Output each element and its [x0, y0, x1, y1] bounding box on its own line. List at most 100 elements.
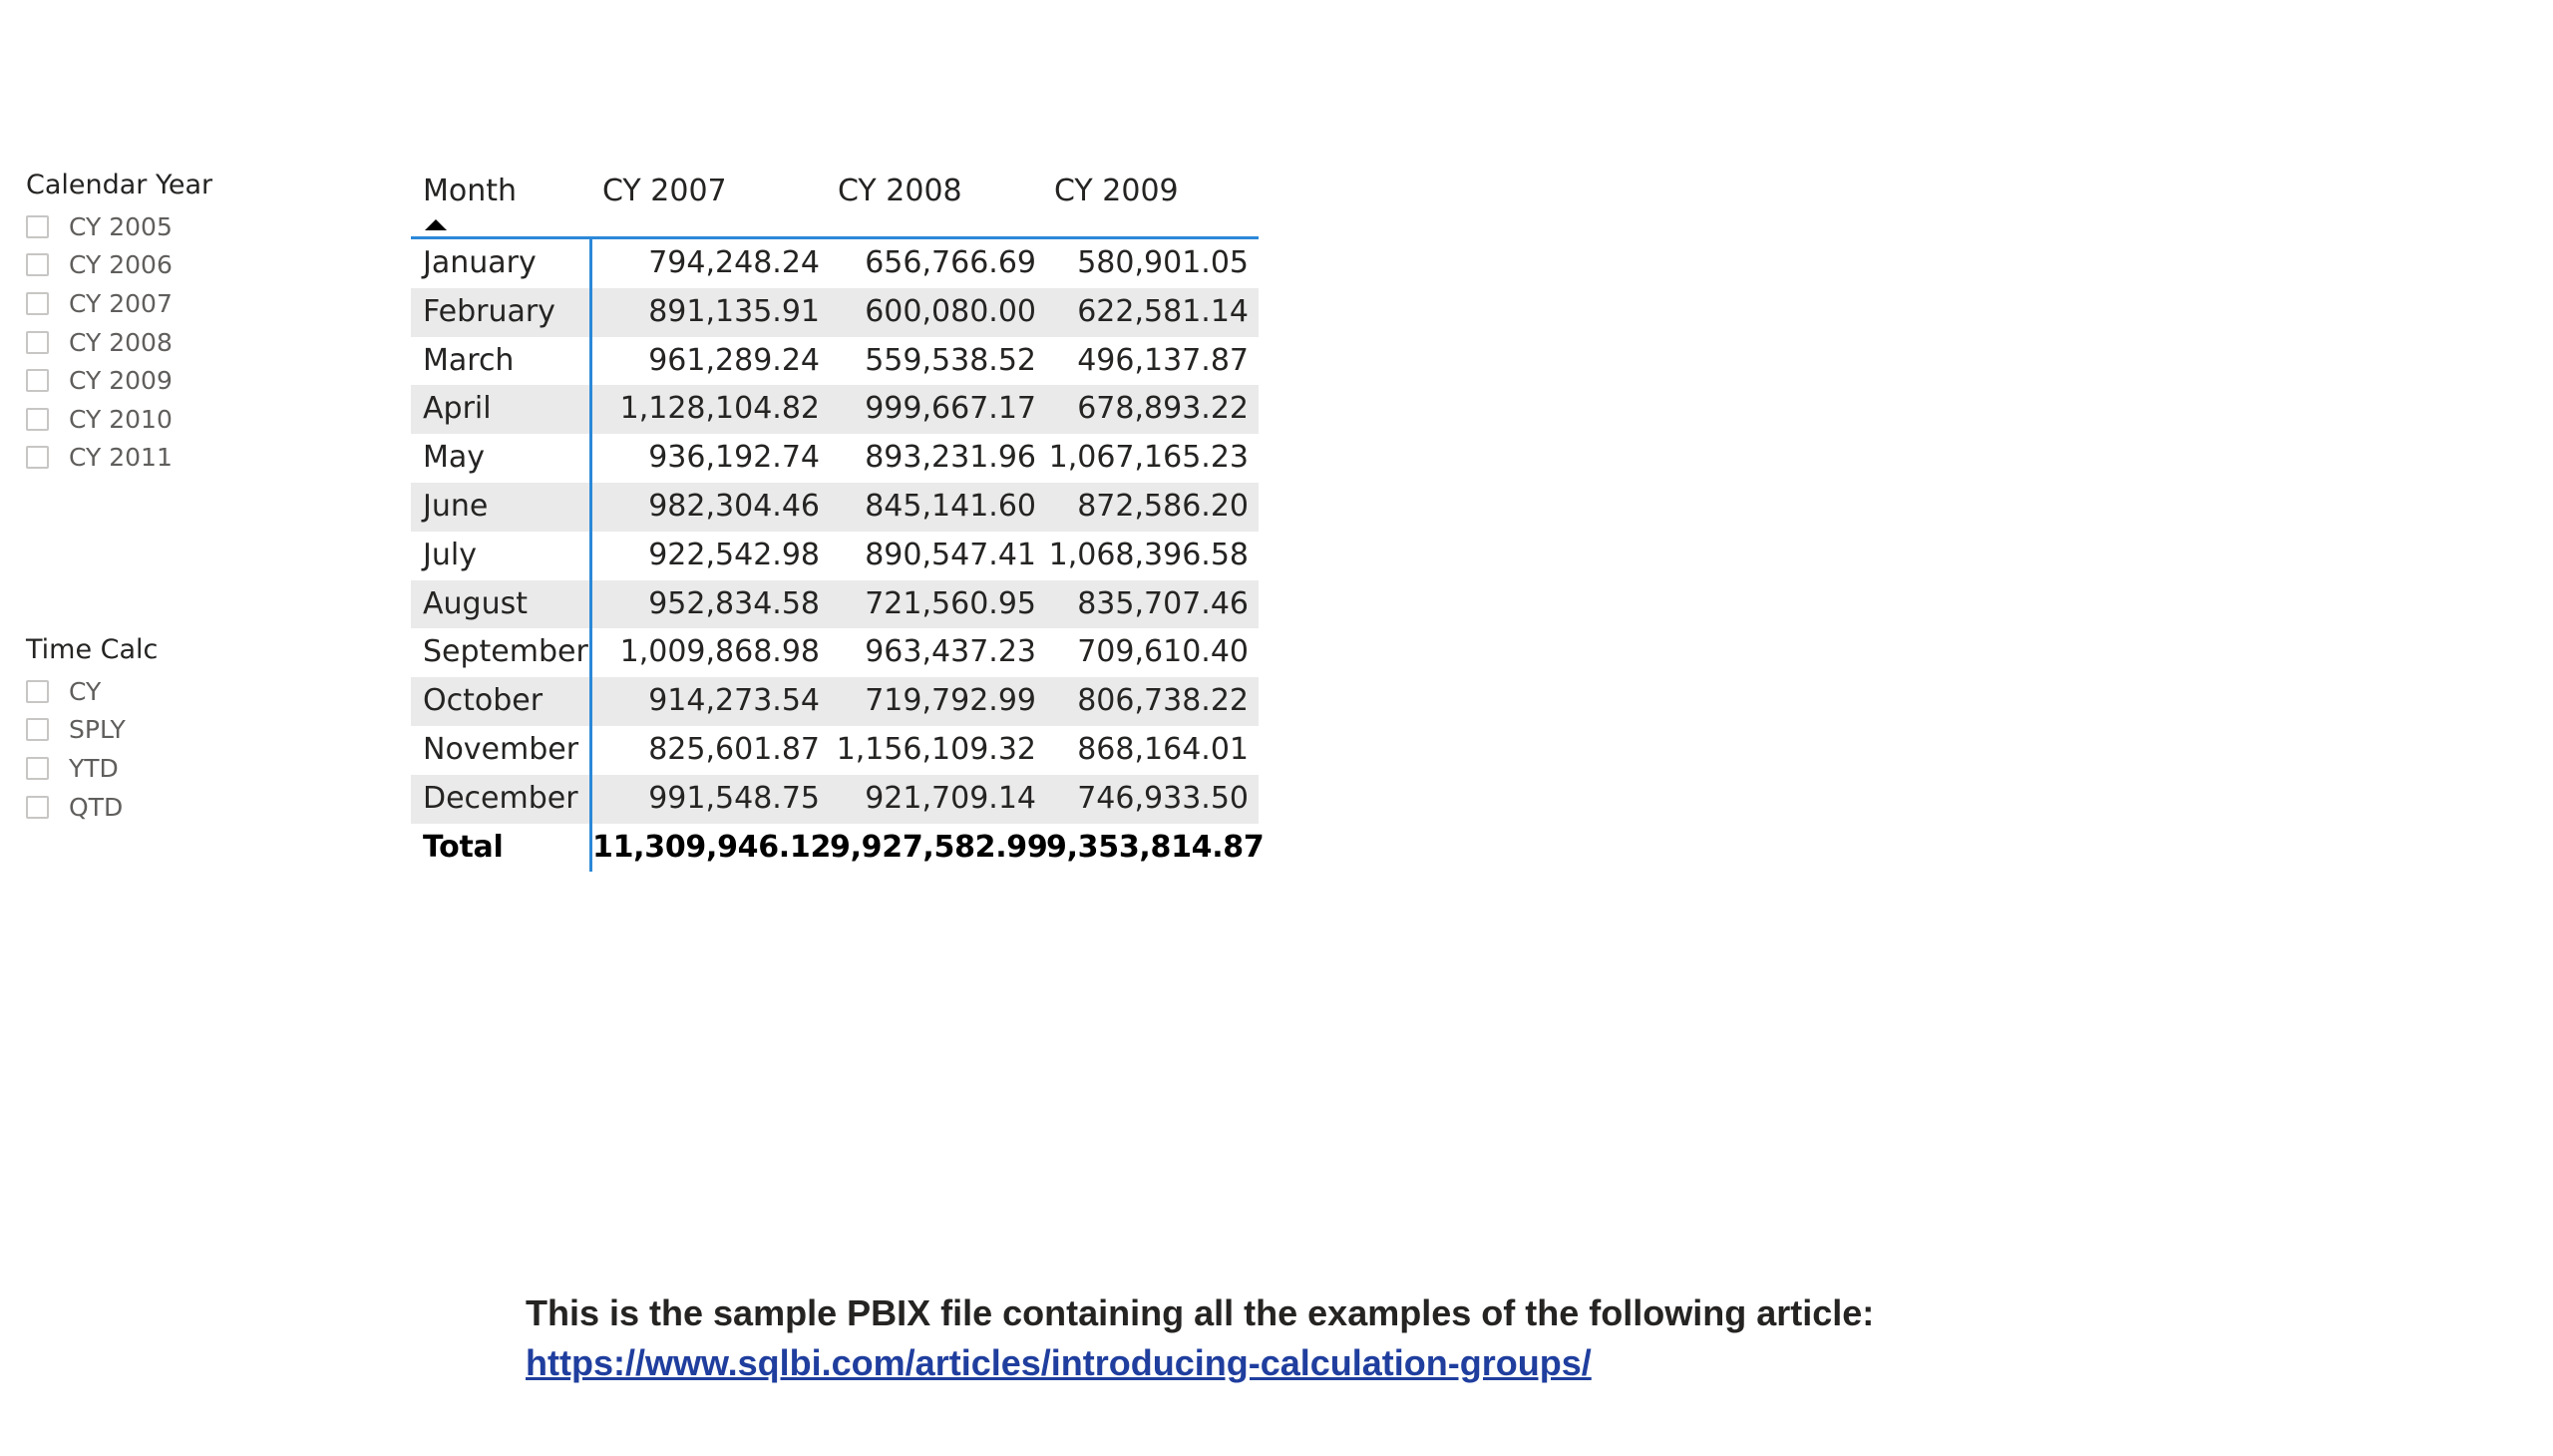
value-cell: 991,548.75 [648, 780, 820, 816]
value-cell: 835,707.46 [1077, 585, 1249, 621]
value-cell: 559,538.52 [865, 342, 1036, 378]
table-row: December 991,548.75 921,709.14 746,933.5… [411, 774, 1259, 824]
checkbox[interactable] [26, 330, 49, 354]
table-row: September 1,009,868.98 963,437.23 709,61… [411, 628, 1259, 677]
matrix-body: January 794,248.24 656,766.69 580,901.05… [411, 239, 1265, 873]
checkbox[interactable] [26, 718, 49, 742]
checkbox[interactable] [26, 446, 49, 470]
row-header: October [423, 683, 544, 719]
slicer-item-label: QTD [69, 792, 124, 822]
value-cell: 893,231.96 [865, 440, 1036, 476]
sales-matrix: Month CY 2007 CY 2008 CY 2009 January 79… [411, 166, 1265, 873]
slicer-item-label: YTD [69, 753, 119, 783]
column-header-cy-2007[interactable]: CY 2007 [602, 174, 727, 208]
article-link[interactable]: https://www.sqlbi.com/articles/introduci… [526, 1338, 1592, 1388]
value-cell: 709,610.40 [1077, 634, 1249, 670]
value-cell: 936,192.74 [648, 440, 820, 476]
row-header: April [423, 391, 492, 427]
value-cell: 952,834.58 [648, 585, 820, 621]
calendar-year-slicer: Calendar Year CY 2005 CY 2006 CY 2007 CY… [26, 168, 212, 477]
row-header: November [423, 731, 579, 767]
calendar-year-slicer-items: CY 2005 CY 2006 CY 2007 CY 2008 CY 2009 … [26, 207, 212, 477]
slicer-item-label: CY 2005 [69, 211, 173, 241]
checkbox[interactable] [26, 369, 49, 393]
checkbox[interactable] [26, 407, 49, 431]
table-row: August 952,834.58 721,560.95 835,707.46 [411, 579, 1259, 629]
value-cell: 999,667.17 [865, 391, 1036, 427]
slicer-item-label: CY 2010 [69, 404, 173, 434]
value-cell: 1,156,109.32 [836, 731, 1036, 767]
table-row: April 1,128,104.82 999,667.17 678,893.22 [411, 385, 1259, 435]
slicer-item-cy-2006[interactable]: CY 2006 [26, 246, 212, 285]
matrix-header: Month CY 2007 CY 2008 CY 2009 [411, 166, 1259, 239]
total-value: 11,309,946.12 [592, 829, 832, 865]
note-text: This is the sample PBIX file containing … [526, 1292, 1875, 1333]
checkbox[interactable] [26, 291, 49, 315]
total-label: Total [423, 829, 504, 865]
slicer-item-cy-2005[interactable]: CY 2005 [26, 207, 212, 246]
value-cell: 746,933.50 [1077, 780, 1249, 816]
slicer-item-ytd[interactable]: YTD [26, 749, 158, 788]
slicer-item-qtd[interactable]: QTD [26, 788, 158, 827]
table-row: March 961,289.24 559,538.52 496,137.87 [411, 337, 1259, 386]
row-header: January [423, 245, 537, 280]
total-value: 9,353,814.87 [1046, 829, 1265, 865]
slicer-item-cy[interactable]: CY [26, 672, 158, 711]
row-header: December [423, 780, 578, 816]
table-row: February 891,135.91 600,080.00 622,581.1… [411, 287, 1259, 337]
table-row: November 825,601.87 1,156,109.32 868,164… [411, 726, 1259, 775]
time-calc-slicer-title: Time Calc [26, 634, 159, 665]
value-cell: 678,893.22 [1077, 391, 1249, 427]
article-note: This is the sample PBIX file containing … [526, 1288, 1874, 1388]
slicer-item-label: SPLY [69, 715, 126, 745]
value-cell: 1,128,104.82 [619, 391, 820, 427]
slicer-item-label: CY 2008 [69, 327, 173, 357]
value-cell: 656,766.69 [865, 245, 1036, 280]
column-header-cy-2009[interactable]: CY 2009 [1054, 174, 1179, 208]
checkbox[interactable] [26, 214, 49, 238]
value-cell: 719,792.99 [865, 683, 1036, 719]
checkbox[interactable] [26, 795, 49, 819]
row-header: July [423, 537, 477, 572]
table-row: May 936,192.74 893,231.96 1,067,165.23 [411, 434, 1259, 483]
slicer-item-cy-2010[interactable]: CY 2010 [26, 400, 212, 439]
row-header: September [423, 634, 588, 670]
time-calc-slicer: Time Calc CY SPLY YTD QTD [26, 632, 158, 826]
slicer-item-cy-2008[interactable]: CY 2008 [26, 323, 212, 362]
value-cell: 825,601.87 [648, 731, 820, 767]
value-cell: 806,738.22 [1077, 683, 1249, 719]
table-row: June 982,304.46 845,141.60 872,586.20 [411, 482, 1259, 532]
slicer-item-cy-2011[interactable]: CY 2011 [26, 439, 212, 478]
value-cell: 982,304.46 [648, 488, 820, 524]
slicer-item-label: CY [69, 676, 102, 706]
row-header: February [423, 293, 555, 329]
slicer-item-label: CY 2011 [69, 443, 173, 473]
table-row: October 914,273.54 719,792.99 806,738.22 [411, 677, 1259, 726]
value-cell: 921,709.14 [865, 780, 1036, 816]
calendar-year-slicer-title: Calendar Year [26, 170, 213, 200]
slicer-item-cy-2007[interactable]: CY 2007 [26, 284, 212, 323]
value-cell: 1,068,396.58 [1048, 537, 1249, 572]
value-cell: 600,080.00 [865, 293, 1036, 329]
slicer-item-label: CY 2007 [69, 288, 173, 318]
value-cell: 622,581.14 [1077, 293, 1249, 329]
row-header: May [423, 440, 486, 476]
value-cell: 914,273.54 [648, 683, 820, 719]
checkbox[interactable] [26, 756, 49, 780]
time-calc-slicer-items: CY SPLY YTD QTD [26, 672, 158, 826]
column-header-month[interactable]: Month [423, 174, 517, 208]
row-header: June [423, 488, 489, 524]
sort-ascending-icon[interactable] [425, 219, 447, 230]
row-header: March [423, 342, 515, 378]
slicer-item-label: CY 2006 [69, 250, 173, 280]
value-cell: 891,135.91 [648, 293, 820, 329]
value-cell: 922,542.98 [648, 537, 820, 572]
checkbox[interactable] [26, 253, 49, 277]
total-value: 9,927,582.99 [830, 829, 1048, 865]
value-cell: 961,289.24 [648, 342, 820, 378]
column-header-cy-2008[interactable]: CY 2008 [838, 174, 962, 208]
checkbox[interactable] [26, 679, 49, 703]
row-header: August [423, 585, 528, 621]
slicer-item-sply[interactable]: SPLY [26, 711, 158, 750]
slicer-item-cy-2009[interactable]: CY 2009 [26, 361, 212, 400]
